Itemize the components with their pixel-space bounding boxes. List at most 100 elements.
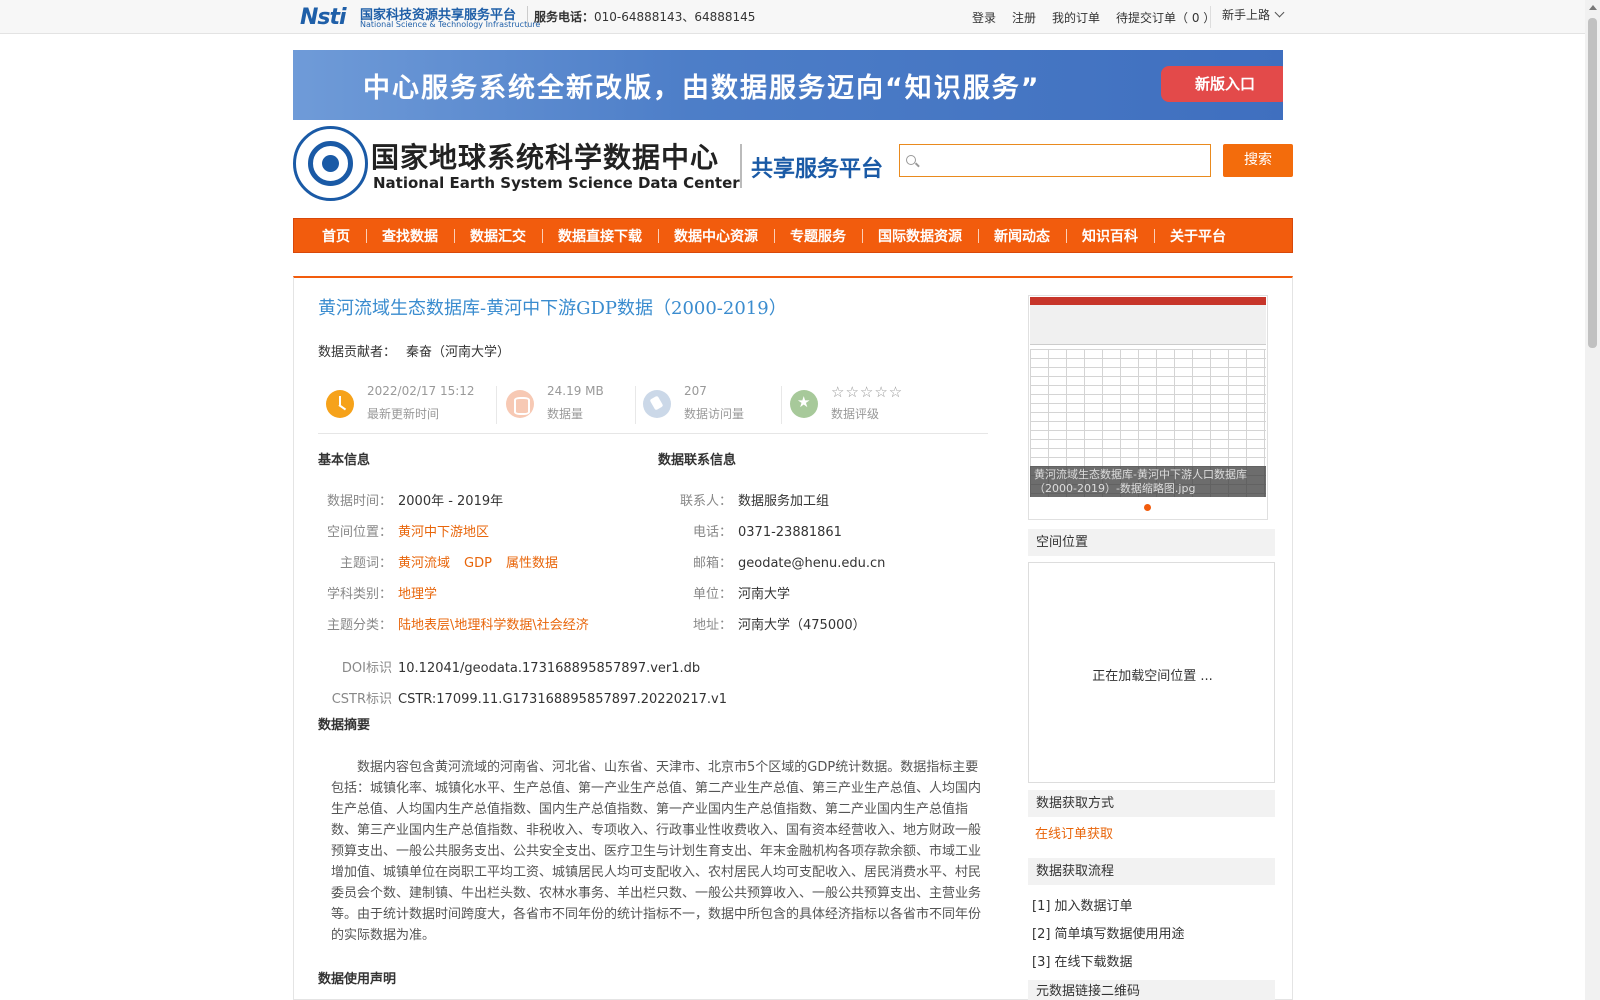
new-version-button[interactable]: 新版入口: [1161, 66, 1283, 102]
nav-encyclopedia[interactable]: 知识百科: [1066, 226, 1154, 246]
nav-direct-download[interactable]: 数据直接下载: [542, 226, 658, 246]
contributor-label: 数据贡献者：: [318, 345, 397, 360]
doi-row: DOI标识 10.12041/geodata.173168895857897.ve…: [318, 657, 700, 676]
flow-step: [2] 简单填写数据使用用途: [1032, 927, 1185, 942]
stat-size: 24.19 MB 数据量: [498, 384, 636, 426]
stat-size-label: 数据量: [547, 407, 584, 421]
search-box: [899, 144, 1211, 177]
center-name-cn: 国家地球系统科学数据中心: [371, 141, 720, 174]
scroll-up-icon[interactable]: [1589, 5, 1597, 10]
online-order-link[interactable]: 在线订单获取: [1035, 823, 1113, 842]
spatial-row: 空间位置： 黄河中下游地区: [318, 521, 489, 540]
discipline-link[interactable]: 地理学: [398, 587, 437, 602]
flow-heading: 数据获取流程: [1028, 858, 1275, 885]
stat-updated: 2022/02/17 15:12 最新更新时间: [318, 384, 497, 426]
nav-find-data[interactable]: 查找数据: [366, 226, 454, 246]
flow-step: [1] 加入数据订单: [1032, 899, 1133, 914]
nav-home[interactable]: 首页: [306, 226, 366, 246]
nav-international-resources[interactable]: 国际数据资源: [862, 226, 978, 246]
newbie-guide-label: 新手上路: [1222, 8, 1271, 22]
dataset-title: 黄河流域生态数据库-黄河中下游GDP数据（2000-2019）: [318, 298, 787, 319]
banner-text: 中心服务系统全新改版，由数据服务迈向“知识服务”: [363, 73, 1041, 104]
cstr-label: CSTR标识: [331, 692, 392, 707]
data-time-label: 数据时间：: [326, 494, 392, 509]
search-input[interactable]: [922, 145, 1206, 176]
center-name-en: National Earth System Science Data Cente…: [373, 174, 740, 192]
contact-email-value: geodate@henu.edu.cn: [738, 556, 886, 571]
stat-updated-value: 2022/02/17 15:12: [367, 384, 475, 398]
rating-stars[interactable]: ☆☆☆☆☆: [831, 383, 903, 401]
contact-person-row: 联系人： 数据服务加工组: [658, 490, 829, 509]
service-phone-value: 010-64888143、64888145: [594, 10, 756, 24]
visits-icon: [643, 390, 671, 418]
keywords-row: 主题词： 黄河流域 GDP 属性数据: [318, 552, 572, 571]
qr-heading: 元数据链接二维码: [1028, 980, 1275, 1000]
search-icon: [906, 155, 916, 165]
promo-banner[interactable]: 中心服务系统全新改版，由数据服务迈向“知识服务” 新版入口: [293, 50, 1283, 120]
search-button[interactable]: 搜索: [1223, 144, 1293, 177]
keyword-link[interactable]: 属性数据: [506, 556, 558, 571]
star-badge-icon: [790, 390, 818, 418]
chevron-down-icon: [1274, 7, 1285, 18]
page-scrollbar[interactable]: [1585, 0, 1600, 1000]
dataset-stats: 2022/02/17 15:12 最新更新时间 24.19 MB 数据量 207…: [318, 380, 988, 434]
clock-icon: [326, 390, 354, 418]
contact-person-label: 联系人：: [679, 494, 732, 509]
doi-label: DOI标识: [341, 661, 392, 676]
my-orders-link[interactable]: 我的订单: [1044, 9, 1108, 26]
contact-email-label: 邮箱：: [692, 556, 732, 571]
map-loading-text: 正在加载空间位置 ...: [1092, 669, 1213, 684]
top-bar: Nsti 国家科技资源共享服务平台 National Science & Tec…: [0, 0, 1585, 34]
discipline-row: 学科类别： 地理学: [318, 583, 437, 602]
thumbnail-carousel[interactable]: 黄河流域生态数据库-黄河中下游人口数据库（2000-2019）-数据缩略图.jp…: [1028, 295, 1268, 520]
stat-rating-label: 数据评级: [831, 407, 880, 421]
contact-address-value: 河南大学（475000）: [738, 618, 866, 633]
center-seal-icon: [293, 126, 368, 201]
main-nav: 首页 查找数据 数据汇交 数据直接下载 数据中心资源 专题服务 国际数据资源 新…: [293, 218, 1293, 253]
contact-person-value: 数据服务加工组: [738, 494, 830, 509]
cstr-row: CSTR标识 CSTR:17099.11.G173168895857897.202…: [318, 688, 727, 707]
register-link[interactable]: 注册: [1004, 9, 1044, 26]
spatial-link[interactable]: 黄河中下游地区: [398, 525, 489, 540]
nsti-logo[interactable]: Nsti 国家科技资源共享服务平台 National Science & Tec…: [300, 3, 540, 31]
keyword-link[interactable]: 黄河流域: [398, 556, 450, 571]
sheet-titlebar: [1030, 297, 1266, 305]
service-phone: 服务电话：010-64888143、64888145: [534, 8, 755, 25]
contact-phone-label: 电话：: [692, 525, 732, 540]
thumbnail-caption: 黄河流域生态数据库-黄河中下游人口数据库（2000-2019）-数据缩略图.jp…: [1030, 466, 1266, 497]
service-phone-label: 服务电话：: [534, 10, 595, 24]
login-link[interactable]: 登录: [964, 9, 1004, 26]
contact-org-value: 河南大学: [738, 587, 791, 602]
nav-news[interactable]: 新闻动态: [978, 226, 1066, 246]
topic-link[interactable]: 陆地表层\地理科学数据\社会经济: [398, 618, 589, 633]
nsti-logo-mark: Nsti: [300, 5, 347, 30]
nav-data-submission[interactable]: 数据汇交: [454, 226, 542, 246]
scrollbar-thumb[interactable]: [1588, 18, 1597, 348]
pending-orders-link[interactable]: 待提交订单（ 0 ）: [1108, 9, 1223, 26]
topic-row: 主题分类： 陆地表层\地理科学数据\社会经济: [318, 614, 589, 633]
contributor: 数据贡献者： 秦奋（河南大学）: [318, 341, 510, 360]
nav-center-resources[interactable]: 数据中心资源: [658, 226, 774, 246]
keywords-label: 主题词：: [339, 556, 392, 571]
data-time-value: 2000年 - 2019年: [398, 494, 504, 509]
contact-org-row: 单位： 河南大学: [658, 583, 790, 602]
basic-info-heading: 基本信息: [318, 453, 371, 468]
stat-updated-label: 最新更新时间: [367, 407, 440, 421]
carousel-dot[interactable]: [1144, 504, 1151, 511]
spatial-map[interactable]: 正在加载空间位置 ...: [1028, 562, 1275, 783]
database-icon: [506, 390, 534, 418]
contact-email-row: 邮箱： geodate@henu.edu.cn: [658, 552, 885, 571]
usage-heading: 数据使用声明: [318, 972, 397, 987]
nav-topic-services[interactable]: 专题服务: [774, 226, 862, 246]
newbie-guide-dropdown[interactable]: 新手上路: [1222, 6, 1285, 23]
discipline-label: 学科类别：: [326, 587, 392, 602]
top-links: 登录 注册 我的订单 待提交订单（ 0 ）: [964, 9, 1223, 26]
keyword-link[interactable]: GDP: [464, 556, 492, 571]
center-logo[interactable]: 国家地球系统科学数据中心 National Earth System Scien…: [293, 126, 893, 206]
stat-visits: 207 数据访问量: [635, 384, 782, 426]
contact-address-row: 地址： 河南大学（475000）: [658, 614, 866, 633]
contact-address-label: 地址：: [692, 618, 732, 633]
stat-visits-value: 207: [684, 384, 707, 398]
spatial-label: 空间位置：: [326, 525, 392, 540]
nav-about[interactable]: 关于平台: [1154, 226, 1242, 246]
